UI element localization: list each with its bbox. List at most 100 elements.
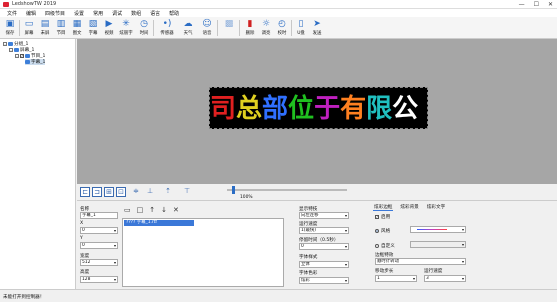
maximize-button[interactable]: ☐ — [534, 1, 539, 8]
sensor-button[interactable]: •) 传感器 — [157, 19, 177, 38]
fancy-text-button[interactable]: ✳ 炫丽字 — [118, 19, 134, 38]
run-speed-select[interactable]: 1(最快) — [299, 227, 349, 234]
tab-fancy-background[interactable]: 炫彩背景 — [399, 204, 419, 211]
menu-level4-program[interactable]: 四级节目 — [42, 10, 68, 17]
grid-icon: ▩ — [224, 19, 234, 29]
menu-array[interactable]: 数组 — [128, 10, 144, 17]
led-char: 限 — [366, 94, 393, 124]
minimize-button[interactable]: — — [519, 1, 525, 8]
send-button[interactable]: ➤ 发送 — [309, 19, 325, 38]
voice-button[interactable]: ☺ 语音 — [199, 19, 215, 38]
delete-item-icon[interactable]: ✕ — [173, 206, 179, 214]
clock-icon: ◷ — [140, 19, 148, 29]
video-button[interactable]: ▶ 视频 — [101, 19, 117, 38]
weather-icon: ☁ — [183, 19, 193, 29]
menu-settings[interactable]: 设置 — [71, 10, 87, 17]
subtitle-button[interactable]: ▧ 字幕 — [85, 19, 101, 38]
list-item[interactable]: ???? 字幕_1.rtf — [124, 220, 194, 226]
y-input[interactable]: 0 — [80, 242, 118, 249]
timesync-button[interactable]: ◴ 校时 — [274, 19, 290, 38]
custom-radio[interactable] — [375, 244, 379, 248]
height-input[interactable]: 128 — [80, 276, 118, 283]
subtitle-icon: ▧ — [88, 19, 98, 29]
align-right-button[interactable]: ⊐ — [92, 187, 102, 197]
tab-fancy-text[interactable]: 炫彩文字 — [426, 204, 446, 211]
zoom-label: 100% — [240, 195, 253, 200]
border-style-select[interactable] — [410, 226, 466, 233]
step-label: 移动步长 — [375, 269, 394, 274]
menu-debug[interactable]: 调试 — [109, 10, 125, 17]
custom-border-select[interactable] — [410, 241, 466, 248]
screen-button[interactable]: ▭ 屏幕 — [21, 19, 37, 38]
border-effect-select[interactable]: 顺时针转动 — [375, 258, 466, 265]
step-select[interactable]: 1 — [375, 275, 417, 282]
style-radio-row[interactable]: 风格 — [375, 228, 390, 234]
program-checkbox[interactable]: ✓ — [20, 54, 24, 58]
tree-subtitle-area[interactable]: 字幕_1 — [25, 59, 46, 65]
title-bar: LedshowTW 2019 — ☐ ✕ — [0, 0, 557, 9]
height-label: 高度 — [80, 270, 90, 275]
program-tree: - 分组_1 - 屏幕_1 - ✓ 节目_1 字幕_1 — [0, 39, 76, 289]
fit-full-button[interactable]: ⊞ — [104, 187, 114, 197]
led-char: 部 — [262, 94, 289, 124]
screen2-button[interactable]: ▤ 未屏 — [37, 19, 53, 38]
file-list[interactable]: ???? 字幕_1.rtf — [122, 218, 284, 287]
subtitle-icon — [25, 60, 30, 64]
usb-button[interactable]: ▯ U盘 — [293, 19, 309, 38]
move-down-icon[interactable]: ↓ — [161, 206, 167, 214]
menu-language[interactable]: 语言 — [147, 10, 163, 17]
move-up-button[interactable]: ⇡ — [163, 187, 173, 197]
send-icon: ➤ — [313, 19, 321, 29]
save-button[interactable]: ▣ 保存 — [2, 19, 18, 38]
menu-edit[interactable]: 编辑 — [23, 10, 39, 17]
screen-icon: ▭ — [24, 19, 34, 29]
brightness-button[interactable]: ☼ 调亮 — [258, 19, 274, 38]
timesync-icon: ◴ — [278, 19, 286, 29]
delete-button[interactable]: ▮ 删除 — [242, 19, 258, 38]
y-label: Y — [80, 236, 83, 241]
weather-button[interactable]: ☁ 天气 — [180, 19, 196, 38]
led-screen-preview[interactable]: 司总部位于有限公 — [209, 87, 428, 129]
align-top-button[interactable]: ⊥ — [145, 187, 155, 197]
menu-help[interactable]: 帮助 — [166, 10, 182, 17]
video-icon: ▶ — [105, 19, 113, 29]
fancy-text-icon: ✳ — [122, 19, 130, 29]
move-down-button[interactable]: ⊤ — [182, 187, 192, 197]
led-text: 司总部位于有限公 — [210, 92, 429, 126]
zoom-slider-thumb[interactable] — [232, 186, 235, 194]
new-file-icon[interactable]: □ — [137, 206, 144, 214]
close-button[interactable]: ✕ — [548, 1, 553, 8]
open-folder-icon[interactable]: ▭ — [124, 206, 131, 214]
border-speed-select[interactable]: 3 — [424, 275, 466, 282]
zoom-slider[interactable] — [227, 189, 347, 191]
align-left-button[interactable]: ⊏ — [80, 187, 90, 197]
enable-border-row[interactable]: ✓ 启用 — [375, 214, 390, 220]
move-up-icon[interactable]: ↑ — [149, 206, 155, 214]
window-title: LedshowTW 2019 — [12, 1, 57, 7]
program-button[interactable]: ▥ 节目 — [53, 19, 69, 38]
menu-common[interactable]: 常用 — [90, 10, 106, 17]
image-text-button[interactable]: ▦ 图文 — [69, 19, 85, 38]
name-input[interactable]: 字幕_1 — [80, 212, 118, 219]
border-speed-label: 运行速度 — [424, 269, 443, 274]
align-vcenter-button[interactable]: ≑ — [131, 187, 141, 197]
font-style-select[interactable]: 立体 — [299, 261, 349, 268]
stay-time-input[interactable]: 0 — [299, 243, 349, 250]
x-label: X — [80, 221, 84, 226]
save-icon: ▣ — [5, 19, 15, 29]
x-input[interactable]: 0 — [80, 227, 118, 234]
display-effect-select[interactable]: 向左连移 — [299, 212, 349, 219]
fit-screen-button[interactable]: ⊡ — [116, 187, 126, 197]
screen2-icon: ▤ — [40, 19, 50, 29]
font-style-label: 字体样式 — [299, 255, 318, 260]
preview-canvas[interactable]: 司总部位于有限公 — [77, 39, 557, 184]
style-radio[interactable] — [375, 229, 379, 233]
font-color-select[interactable]: 炫彩 — [299, 277, 349, 284]
screen-icon — [14, 48, 19, 52]
enable-border-checkbox[interactable]: ✓ — [375, 215, 379, 219]
clock-button[interactable]: ◷ 时间 — [136, 19, 152, 38]
tab-fancy-border[interactable]: 炫彩边框 — [373, 204, 394, 211]
width-input[interactable]: 512 — [80, 259, 118, 266]
custom-radio-row[interactable]: 自定义 — [375, 243, 395, 249]
menu-file[interactable]: 文件 — [4, 10, 20, 17]
